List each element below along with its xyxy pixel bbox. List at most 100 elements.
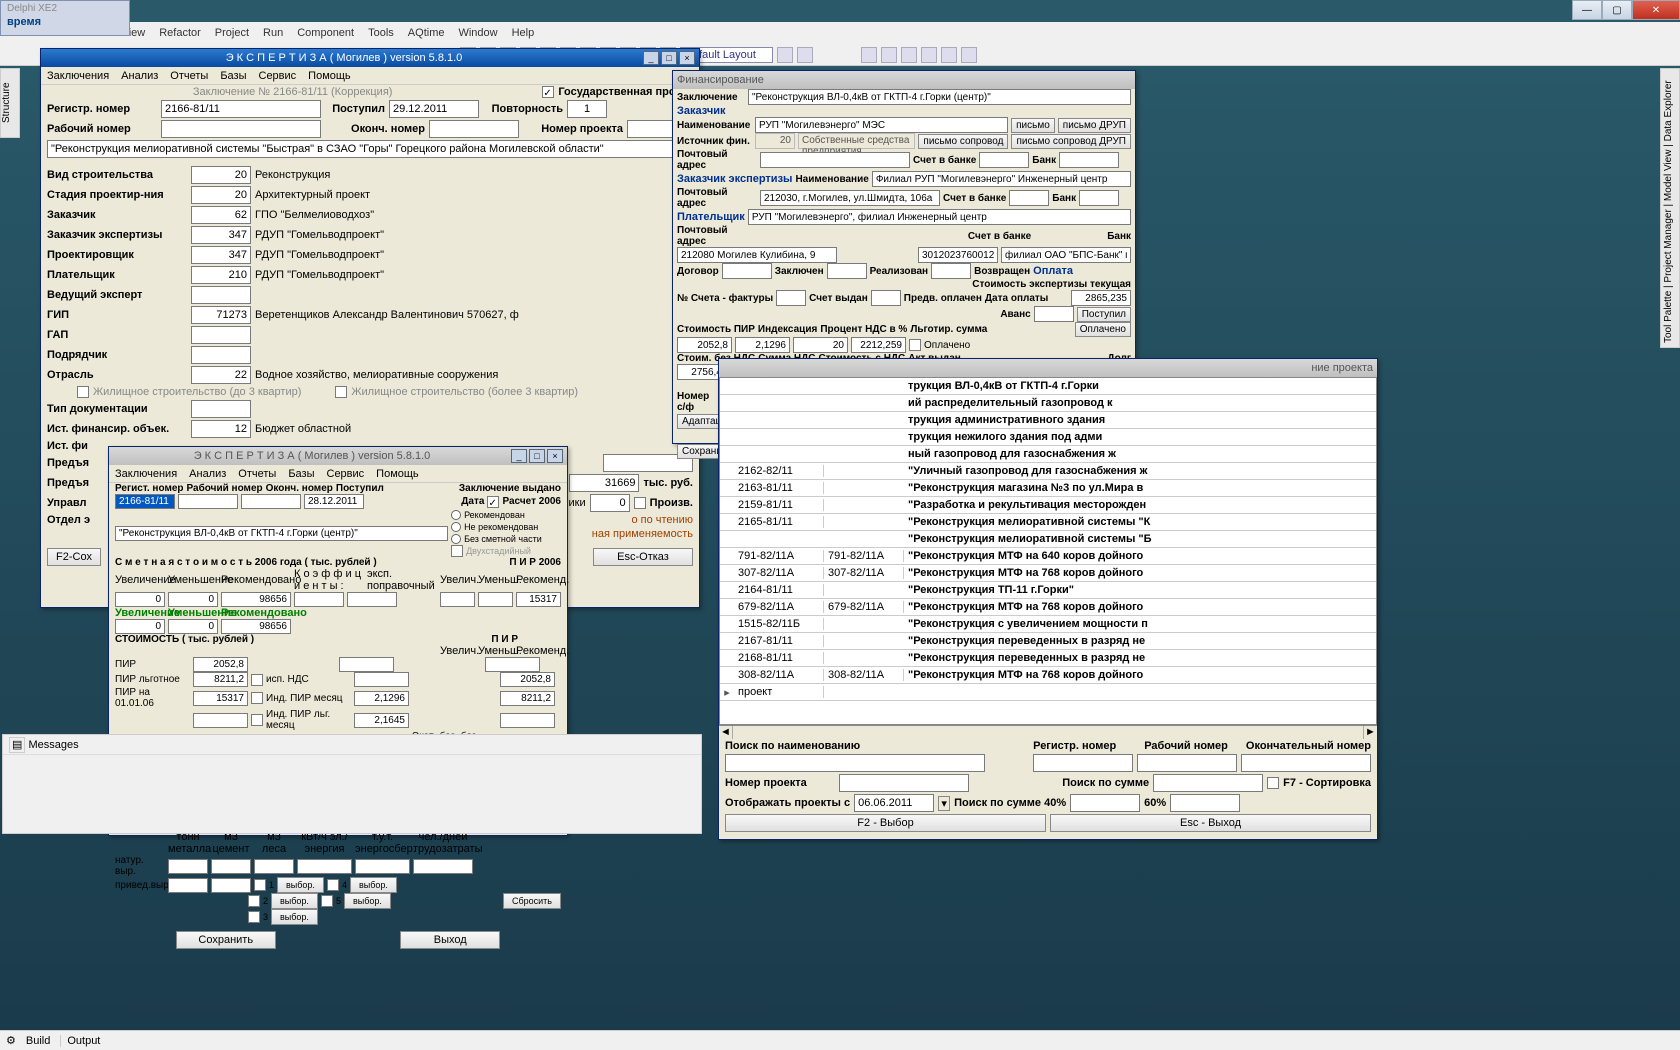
inp[interactable] (478, 592, 513, 607)
grid-cell-name[interactable]: "Реконструкция МТФ на 768 коров дойного (904, 567, 1376, 579)
desc-input[interactable] (47, 140, 693, 158)
grid-cell-reg[interactable]: 2162-82/11 (734, 465, 824, 477)
menu-run[interactable]: Run (263, 27, 283, 39)
inp[interactable] (677, 337, 732, 353)
oplacheno-checkbox[interactable] (909, 339, 921, 351)
okon-input[interactable] (241, 494, 301, 509)
inp[interactable] (354, 672, 409, 687)
sum40-input[interactable] (1070, 794, 1140, 812)
inp[interactable] (168, 859, 208, 874)
st-eksp-input[interactable] (1071, 290, 1131, 306)
inp[interactable] (193, 672, 248, 687)
inp[interactable] (440, 592, 475, 607)
chk[interactable] (251, 714, 263, 726)
inp[interactable] (851, 337, 906, 353)
vybor-button[interactable]: выбор. (271, 909, 318, 925)
grid-cell-name[interactable]: "Реконструкция переведенных в разряд не (904, 635, 1376, 647)
min-icon[interactable]: _ (511, 449, 527, 463)
inp[interactable] (871, 290, 901, 306)
inp[interactable] (339, 657, 394, 672)
grid-cell-reg[interactable]: 2163-81/11 (734, 482, 824, 494)
menu-window[interactable]: Window (458, 27, 497, 39)
inp[interactable] (776, 290, 806, 306)
grid-cell-name[interactable]: трукция ВЛ-0,4кВ от ГКТП-4 г.Горки (904, 380, 1376, 392)
menu-bazy[interactable]: Базы (220, 70, 246, 82)
plat-schet-input[interactable] (918, 247, 998, 263)
pct60-input[interactable] (1170, 794, 1240, 812)
project-grid[interactable]: трукция ВЛ-0,4кВ от ГКТП-4 г.Горки ий ра… (719, 377, 1377, 725)
max-icon[interactable]: □ (661, 51, 677, 65)
housing1-checkbox[interactable] (77, 386, 89, 398)
grid-cell-name[interactable]: "Реконструкция МТФ на 768 коров дойного (904, 669, 1376, 681)
reg-value[interactable]: 2166-81/11 (115, 494, 175, 509)
menu-servis[interactable]: Сервис (327, 468, 365, 480)
reg-num-input[interactable] (1033, 754, 1133, 772)
grid-cell-name[interactable]: "Реконструкция с увеличением мощности п (904, 618, 1376, 630)
grid-cell-reg[interactable]: 2159-81/11 (734, 499, 824, 511)
toolbar-icon[interactable] (921, 47, 937, 63)
field-code-input[interactable] (191, 206, 251, 224)
inp[interactable] (735, 337, 790, 353)
plat-naim-input[interactable] (748, 209, 1131, 225)
max-icon[interactable]: □ (529, 449, 545, 463)
dvuh-checkbox[interactable] (451, 545, 463, 557)
chk[interactable] (248, 895, 260, 907)
vybor-button[interactable]: выбор. (277, 877, 324, 893)
zakl-input[interactable] (748, 89, 1131, 105)
grid-cell-code[interactable]: 791-82/11А (824, 550, 904, 562)
inp[interactable] (516, 592, 561, 607)
esc-cancel-button[interactable]: Esc-Отказ (593, 548, 693, 566)
grid-cell-name[interactable]: "Реконструкция МТФ на 768 коров дойного (904, 601, 1376, 613)
inp[interactable] (500, 713, 555, 728)
pocht-input[interactable] (760, 152, 910, 168)
min-icon[interactable]: _ (643, 51, 659, 65)
menu-otchety[interactable]: Отчеты (170, 70, 208, 82)
grid-cell-name[interactable]: ий распределительный газопровод к (904, 397, 1376, 409)
grid-cell-reg[interactable]: проект (734, 686, 824, 698)
grid-cell-code[interactable]: 308-82/11А (824, 669, 904, 681)
chk[interactable] (248, 911, 260, 923)
chk[interactable] (251, 692, 263, 704)
grid-cell-reg[interactable]: 308-82/11А (734, 669, 824, 681)
grid-cell-name[interactable]: "Реконструкция переведенных в разряд не (904, 652, 1376, 664)
grid-cell-reg[interactable]: 2167-81/11 (734, 635, 824, 647)
bank-input[interactable] (1059, 152, 1119, 168)
tip-dok-input[interactable] (191, 400, 251, 418)
inp[interactable] (722, 263, 772, 279)
grid-cell-reg[interactable]: 2168-81/11 (734, 652, 824, 664)
grid-cell-name[interactable]: "Реконструкция мелиоративной системы "Б (904, 533, 1376, 545)
menu-analiz[interactable]: Анализ (189, 468, 226, 480)
menu-help[interactable]: Help (512, 27, 535, 39)
grid-cell-name[interactable]: ный газопровод для газоснабжения ж (904, 448, 1376, 460)
inp[interactable] (1079, 190, 1119, 206)
right-tabs[interactable]: Tool Palette | Project Manager | Model V… (1660, 68, 1680, 348)
inp[interactable] (211, 878, 251, 893)
inp[interactable] (193, 713, 248, 728)
inp[interactable] (254, 859, 294, 874)
grid-cell-name[interactable]: "Реконструкция МТФ на 640 коров дойного (904, 550, 1376, 562)
inp[interactable] (793, 337, 848, 353)
chk[interactable] (321, 895, 333, 907)
inp[interactable] (221, 619, 291, 634)
inp[interactable] (168, 592, 218, 607)
grid-cell-name[interactable]: "Реконструкция магазина №3 по ул.Мира в (904, 482, 1376, 494)
date-from-input[interactable] (854, 794, 934, 812)
menu-servis[interactable]: Сервис (259, 70, 297, 82)
inp[interactable] (221, 592, 291, 607)
oplacheno-button[interactable]: Оплачено (1075, 322, 1131, 337)
field-code-input[interactable] (191, 326, 251, 344)
grid-cell-reg[interactable]: 2164-81/11 (734, 584, 824, 596)
ps-drup-button[interactable]: письмо сопровод ДРУП (1011, 134, 1131, 149)
exit-button[interactable]: Выход (400, 931, 500, 949)
menu-analiz[interactable]: Анализ (121, 70, 158, 82)
toolbar-icon[interactable] (901, 47, 917, 63)
toolbar-icon[interactable] (961, 47, 977, 63)
save-button[interactable]: Сохранить (176, 931, 276, 949)
inp[interactable] (347, 592, 397, 607)
grid-cell-reg[interactable]: 679-82/11А (734, 601, 824, 613)
menu-otchety[interactable]: Отчеты (238, 468, 276, 480)
menu-zakl[interactable]: Заключения (115, 468, 177, 480)
inp[interactable] (193, 657, 248, 672)
menu-component[interactable]: Component (297, 27, 354, 39)
toolbar-icon[interactable] (941, 47, 957, 63)
